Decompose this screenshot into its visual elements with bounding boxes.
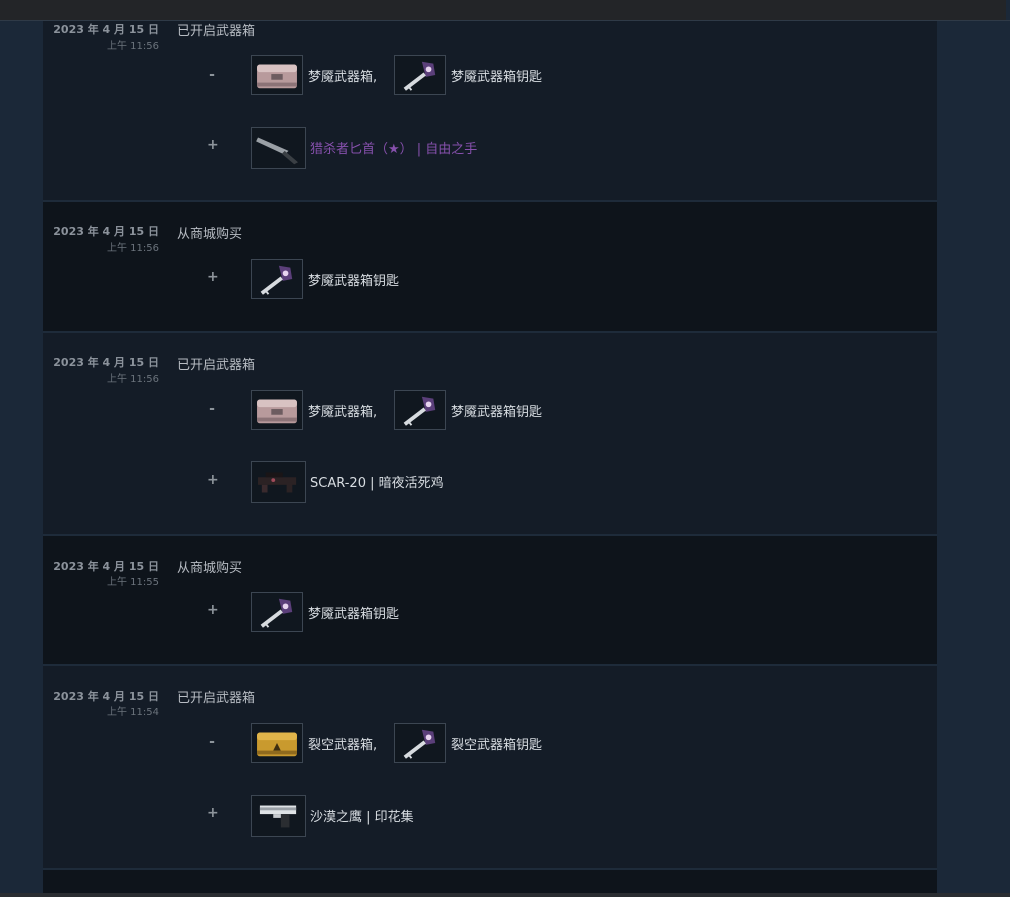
key-icon[interactable] [394, 390, 446, 430]
history-description: 已开启武器箱 [177, 358, 256, 373]
history-description: 已开启武器箱 [177, 691, 256, 706]
item-name[interactable]: 梦魇武器箱钥匙 [308, 270, 399, 289]
history-row: 2023 年 4 月 15 日 上午 11:54 已开启武器箱 - 裂空武器箱,… [43, 666, 937, 870]
case-icon[interactable] [251, 55, 303, 95]
case-icon[interactable] [251, 723, 303, 763]
item-name[interactable]: 梦魇武器箱, [308, 66, 377, 85]
window-top-bar [0, 0, 1010, 21]
item-name[interactable]: SCAR-20 | 暗夜活死鸡 [310, 472, 444, 491]
added-sign: + [207, 137, 219, 153]
removed-sign: - [209, 67, 215, 83]
history-row: 2023 年 4 月 15 日 上午 11:55 从商城购买 + 梦魇武器箱钥匙 [43, 536, 937, 666]
item-name[interactable]: 梦魇武器箱钥匙 [451, 401, 542, 420]
history-date: 2023 年 4 月 15 日 [53, 23, 159, 36]
pistol-icon[interactable] [251, 795, 306, 837]
added-sign: + [207, 805, 219, 821]
history-time: 上午 11:55 [107, 577, 159, 588]
item-name[interactable]: 梦魇武器箱钥匙 [451, 66, 542, 85]
item-name[interactable]: 梦魇武器箱钥匙 [308, 603, 399, 622]
item-name[interactable]: 猎杀者匕首（★） | 自由之手 [310, 138, 477, 157]
removed-sign: - [209, 401, 215, 417]
history-row: 2023 年 4 月 15 日 上午 11:56 从商城购买 + 梦魇武器箱钥匙 [43, 202, 937, 333]
knife-icon[interactable] [251, 127, 306, 169]
key-icon[interactable] [251, 259, 303, 299]
added-sign: + [207, 472, 219, 488]
history-time: 上午 11:56 [107, 374, 159, 385]
added-sign: + [207, 602, 219, 618]
history-description: 从商城购买 [177, 227, 243, 242]
history-date: 2023 年 4 月 15 日 [53, 560, 159, 573]
key-icon[interactable] [251, 592, 303, 632]
case-icon[interactable] [251, 390, 303, 430]
rifle-icon[interactable] [251, 461, 306, 503]
window-bottom-bar [0, 893, 1010, 897]
history-time: 上午 11:54 [107, 707, 159, 718]
item-name[interactable]: 沙漠之鹰 | 印花集 [310, 806, 414, 825]
left-margin [0, 21, 43, 897]
history-date: 2023 年 4 月 15 日 [53, 225, 159, 238]
history-row: 2023 年 4 月 15 日 上午 11:56 已开启武器箱 - 梦魇武器箱,… [43, 21, 937, 202]
history-time: 上午 11:56 [107, 243, 159, 254]
right-margin [937, 21, 1010, 897]
item-name[interactable]: 梦魇武器箱, [308, 401, 377, 420]
history-date: 2023 年 4 月 15 日 [53, 690, 159, 703]
history-time: 上午 11:56 [107, 41, 159, 52]
history-description: 已开启武器箱 [177, 24, 256, 39]
inventory-history-list: 2023 年 4 月 15 日 上午 11:56 已开启武器箱 - 梦魇武器箱,… [43, 21, 937, 893]
key-icon[interactable] [394, 723, 446, 763]
item-name[interactable]: 裂空武器箱, [308, 734, 377, 753]
history-description: 从商城购买 [177, 561, 243, 576]
key-icon[interactable] [394, 55, 446, 95]
item-name[interactable]: 裂空武器箱钥匙 [451, 734, 542, 753]
history-row: 2023 年 4 月 15 日 上午 11:56 已开启武器箱 - 梦魇武器箱,… [43, 333, 937, 536]
history-date: 2023 年 4 月 15 日 [53, 356, 159, 369]
history-row [43, 870, 937, 893]
added-sign: + [207, 269, 219, 285]
removed-sign: - [209, 734, 215, 750]
